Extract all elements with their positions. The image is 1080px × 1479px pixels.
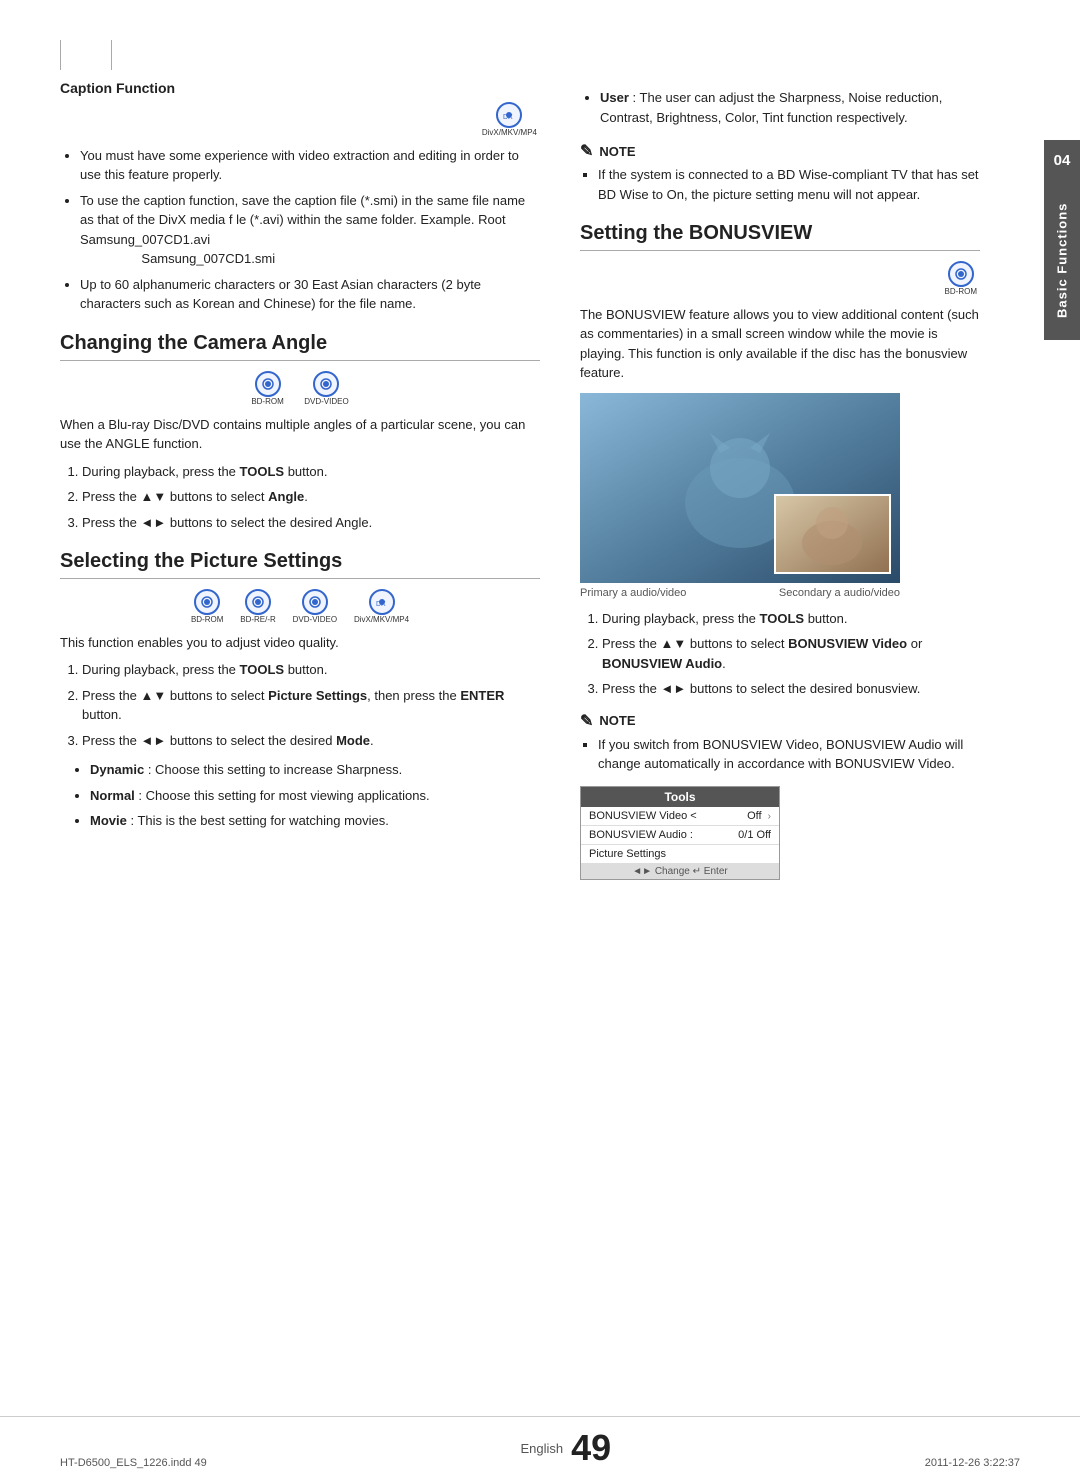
- margin-line-right: [111, 40, 112, 70]
- note-item-2: If you switch from BONUSVIEW Video, BONU…: [598, 735, 980, 774]
- note-icon-1: ✎: [580, 141, 593, 161]
- tools-menu-row-2: BONUSVIEW Audio : 0/1 Off: [581, 826, 779, 845]
- bonusview-primary-label: Primary a audio/video: [580, 587, 686, 599]
- tools-menu-title: Tools: [581, 787, 779, 807]
- side-tab-number: 04: [1044, 140, 1080, 180]
- picture-settings-intro: This function enables you to adjust vide…: [60, 633, 540, 653]
- right-column: User : The user can adjust the Sharpness…: [580, 80, 1020, 1416]
- picture-settings-section: Selecting the Picture Settings BD-ROM: [60, 550, 540, 831]
- caption-bullet-3: Up to 60 alphanumeric characters or 30 E…: [80, 275, 540, 314]
- bdrom-icon: BD-ROM: [251, 371, 283, 407]
- dvdvideo-icon: DVD-VIDEO: [304, 371, 348, 407]
- ps-dynamic: Dynamic : Choose this setting to increas…: [90, 760, 540, 780]
- bonusview-icon-row: BD-ROM: [580, 261, 980, 297]
- note-label-1: NOTE: [599, 144, 635, 159]
- bonusview-intro: The BONUSVIEW feature allows you to view…: [580, 305, 980, 383]
- page-wrapper: Caption Function DX DivX/MKV/MP4 You mus…: [0, 0, 1080, 1479]
- tools-menu-footer: ◄► Change ↵ Enter: [581, 864, 779, 879]
- caption-icon-row: DX DivX/MKV/MP4: [60, 102, 540, 138]
- ps-step-3: Press the ◄► buttons to select the desir…: [82, 731, 540, 751]
- picture-mode-bullets: Dynamic : Choose this setting to increas…: [70, 760, 540, 831]
- camera-angle-intro: When a Blu-ray Disc/DVD contains multipl…: [60, 415, 540, 454]
- note-item-1: If the system is connected to a BD Wise-…: [598, 165, 980, 204]
- svg-text:DX: DX: [503, 114, 513, 121]
- ps-user: User : The user can adjust the Sharpness…: [600, 88, 980, 127]
- bonusview-steps: During playback, press the TOOLS button.…: [580, 609, 980, 699]
- tools-menu: Tools BONUSVIEW Video < Off › BONUSVIEW …: [580, 786, 780, 880]
- language-label: English: [520, 1441, 563, 1456]
- tools-menu-row-1: BONUSVIEW Video < Off ›: [581, 807, 779, 826]
- page-footer: HT-D6500_ELS_1226.indd 49 English 49 201…: [0, 1416, 1080, 1479]
- main-content: Caption Function DX DivX/MKV/MP4 You mus…: [0, 80, 1080, 1416]
- picture-settings-steps: During playback, press the TOOLS button.…: [60, 660, 540, 750]
- page-number-area: English 49: [520, 1427, 611, 1469]
- picture-settings-icons: BD-ROM BD-RE/-R DVD-VIDEO: [60, 589, 540, 625]
- bonusview-title: Setting the BONUSVIEW: [580, 222, 980, 251]
- bonusview-note: ✎ NOTE If you switch from BONUSVIEW Vide…: [580, 711, 980, 774]
- bonusview-section: Setting the BONUSVIEW BD-ROM The BONUSVI…: [580, 222, 980, 880]
- bv-step-3: Press the ◄► buttons to select the desir…: [602, 679, 980, 699]
- camera-angle-title: Changing the Camera Angle: [60, 332, 540, 361]
- tools-menu-row-3: Picture Settings: [581, 845, 779, 864]
- camera-angle-icons: BD-ROM DVD-VIDEO: [60, 371, 540, 407]
- ps-step-2: Press the ▲▼ buttons to select Picture S…: [82, 686, 540, 725]
- margin-line-left: [60, 40, 61, 70]
- page-number: 49: [571, 1427, 611, 1469]
- bonusview-image: [580, 393, 900, 583]
- camera-angle-section: Changing the Camera Angle BD-ROM: [60, 332, 540, 532]
- caption-bullet-1: You must have some experience with video…: [80, 146, 540, 185]
- camera-step-3: Press the ◄► buttons to select the desir…: [82, 513, 540, 533]
- bonusview-primary-svg: [580, 393, 900, 583]
- ps-bdrom-icon: BD-ROM: [191, 589, 223, 625]
- user-bullet-section: User : The user can adjust the Sharpness…: [580, 88, 980, 127]
- caption-function-title: Caption Function: [60, 80, 540, 96]
- footer-filename: HT-D6500_ELS_1226.indd 49: [60, 1457, 207, 1469]
- bonusview-labels: Primary a audio/video Secondary a audio/…: [580, 587, 900, 599]
- ps-bdrer-icon: BD-RE/-R: [240, 589, 276, 625]
- picture-settings-title: Selecting the Picture Settings: [60, 550, 540, 579]
- ps-movie: Movie : This is the best setting for wat…: [90, 811, 540, 831]
- user-bullet-list: User : The user can adjust the Sharpness…: [580, 88, 980, 127]
- camera-angle-steps: During playback, press the TOOLS button.…: [60, 462, 540, 533]
- ps-dvdvideo-icon: DVD-VIDEO: [293, 589, 337, 625]
- side-tab-text: Basic Functions: [1055, 202, 1070, 317]
- top-margin-lines: [0, 40, 1080, 70]
- side-tab-label: Basic Functions: [1044, 180, 1080, 340]
- note-content-1: If the system is connected to a BD Wise-…: [580, 165, 980, 204]
- caption-bullets: You must have some experience with video…: [60, 146, 540, 314]
- caption-function-section: Caption Function DX DivX/MKV/MP4 You mus…: [60, 80, 540, 314]
- caption-bullet-2: To use the caption function, save the ca…: [80, 191, 540, 269]
- bv-step-2: Press the ▲▼ buttons to select BONUSVIEW…: [602, 634, 980, 673]
- camera-step-2: Press the ▲▼ buttons to select Angle.: [82, 487, 540, 507]
- left-column: Caption Function DX DivX/MKV/MP4 You mus…: [60, 80, 540, 1416]
- bv-step-1: During playback, press the TOOLS button.: [602, 609, 980, 629]
- bv-bdrom-icon: BD-ROM: [945, 261, 977, 297]
- note-label-2: NOTE: [599, 713, 635, 728]
- picture-settings-note: ✎ NOTE If the system is connected to a B…: [580, 141, 980, 204]
- bonusview-secondary-label: Secondary a audio/video: [779, 587, 900, 599]
- footer-date: 2011-12-26 3:22:37: [925, 1457, 1020, 1469]
- camera-step-1: During playback, press the TOOLS button.: [82, 462, 540, 482]
- note-content-2: If you switch from BONUSVIEW Video, BONU…: [580, 735, 980, 774]
- ps-divx-icon: DX DivX/MKV/MP4: [354, 589, 409, 625]
- ps-normal: Normal : Choose this setting for most vi…: [90, 786, 540, 806]
- svg-text:DX: DX: [376, 601, 386, 608]
- ps-step-1: During playback, press the TOOLS button.: [82, 660, 540, 680]
- note-icon-2: ✎: [580, 711, 593, 731]
- divx-icon: DX DivX/MKV/MP4: [482, 102, 537, 138]
